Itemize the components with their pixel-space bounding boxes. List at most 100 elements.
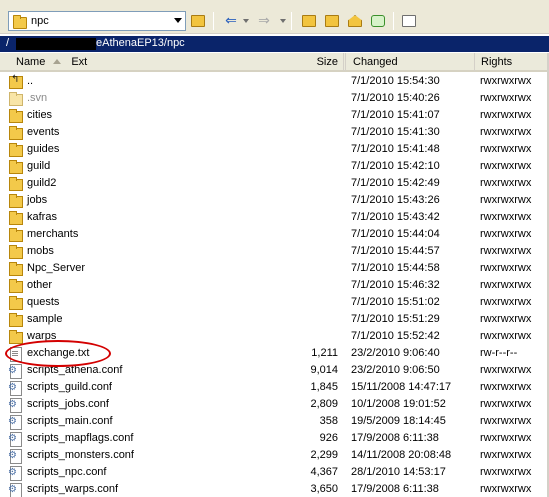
folder-icon [9, 177, 23, 191]
toolbar: npc ⇐ ⇒ [0, 0, 549, 34]
file-name: warps [27, 330, 57, 342]
file-rights: rwxrwxrwx [480, 296, 532, 308]
parent-directory-button[interactable] [299, 11, 319, 31]
root-directory-button[interactable] [322, 11, 342, 31]
file-row[interactable]: warps 7/1/2010 15:52:42 rwxrwxrwx [0, 328, 549, 345]
file-row[interactable]: events 7/1/2010 15:41:30 rwxrwxrwx [0, 124, 549, 141]
open-folder-button[interactable] [188, 11, 208, 31]
file-rights: rwxrwxrwx [480, 330, 532, 342]
file-row[interactable]: guild2 7/1/2010 15:42:49 rwxrwxrwx [0, 175, 549, 192]
column-header-changed[interactable]: Changed [345, 53, 475, 71]
parent-dir-icon [302, 15, 316, 27]
file-row[interactable]: exchange.txt 1,211 23/2/2010 9:06:40 rw-r--… [0, 345, 549, 362]
file-rights: rwxrwxrwx [480, 398, 532, 410]
conf-file-icon [8, 415, 22, 430]
conf-file-icon [8, 466, 22, 481]
file-rights: rwxrwxrwx [480, 415, 532, 427]
back-history-dropdown[interactable] [243, 19, 249, 23]
column-ext-label[interactable]: Ext [71, 56, 87, 68]
file-row[interactable]: quests 7/1/2010 15:51:02 rwxrwxrwx [0, 294, 549, 311]
file-name: quests [27, 296, 60, 308]
refresh-button[interactable] [368, 11, 388, 31]
file-row[interactable]: scripts_mapflags.conf 926 17/9/2008 6:11:3… [0, 430, 549, 447]
folder-icon [9, 194, 23, 208]
chevron-down-icon[interactable] [174, 18, 182, 23]
file-row[interactable]: guides 7/1/2010 15:41:48 rwxrwxrwx [0, 141, 549, 158]
file-name: .. [27, 75, 34, 87]
file-row[interactable]: .. 7/1/2010 15:54:30 rwxrwxrwx [0, 73, 549, 90]
folder-icon [9, 211, 23, 225]
file-row[interactable]: kafras 7/1/2010 15:43:42 rwxrwxrwx [0, 209, 549, 226]
file-row[interactable]: scripts_main.conf 358 19/5/2009 18:14:45 rw… [0, 413, 549, 430]
file-rights: rwxrwxrwx [480, 466, 532, 478]
column-header-row: Name Ext Size Changed Rights [0, 53, 549, 72]
conf-file-icon [8, 381, 22, 396]
file-changed: 7/1/2010 15:44:04 [351, 228, 440, 240]
conf-file-icon [8, 432, 22, 447]
forward-history-dropdown[interactable] [280, 19, 286, 23]
column-header-rights[interactable]: Rights [475, 53, 549, 71]
file-name: kafras [27, 211, 57, 223]
file-changed: 14/11/2008 20:08:48 [351, 449, 452, 461]
conf-file-icon [8, 364, 22, 379]
file-changed: 7/1/2010 15:41:30 [351, 126, 440, 138]
file-row[interactable]: scripts_guild.conf 1,845 15/11/2008 14:47:… [0, 379, 549, 396]
file-changed: 7/1/2010 15:52:42 [351, 330, 440, 342]
file-rights: rwxrwxrwx [480, 92, 532, 104]
conf-file-icon [8, 449, 22, 464]
forward-button[interactable]: ⇒ [254, 11, 274, 31]
file-rights: rwxrwxrwx [480, 364, 532, 376]
back-button[interactable]: ⇐ [221, 11, 241, 31]
file-name: scripts_mapflags.conf [27, 432, 134, 444]
file-name: jobs [27, 194, 48, 206]
file-rights: rwxrwxrwx [480, 245, 532, 257]
file-row[interactable]: cities 7/1/2010 15:41:07 rwxrwxrwx [0, 107, 549, 124]
column-name-label: Name [16, 56, 46, 68]
folder-icon [9, 126, 23, 140]
file-name: scripts_athena.conf [27, 364, 123, 376]
file-size: 1,845 [310, 381, 338, 393]
file-row[interactable]: sample 7/1/2010 15:51:29 rwxrwxrwx [0, 311, 549, 328]
file-list: .. 7/1/2010 15:54:30 rwxrwxrwx .svn 7/1/2010… [0, 73, 549, 497]
file-row[interactable]: scripts_monsters.conf 2,299 14/11/2008 20:… [0, 447, 549, 464]
file-row[interactable]: .svn 7/1/2010 15:40:26 rwxrwxrwx [0, 90, 549, 107]
file-row[interactable]: scripts_npc.conf 4,367 28/1/2010 14:53:17 r… [0, 464, 549, 481]
file-row[interactable]: scripts_warps.conf 3,650 17/9/2008 6:11:38… [0, 481, 549, 497]
file-size: 926 [319, 432, 338, 444]
redacted-path-segment [16, 38, 96, 50]
file-size: 1,211 [311, 347, 338, 359]
home-directory-button[interactable] [345, 11, 365, 31]
file-name: scripts_main.conf [27, 415, 113, 427]
file-rights: rwxrwxrwx [480, 228, 532, 240]
file-rights: rwxrwxrwx [480, 143, 532, 155]
file-row[interactable]: Npc_Server 7/1/2010 15:44:58 rwxrwxrwx [0, 260, 549, 277]
file-name: events [27, 126, 60, 138]
file-row[interactable]: scripts_jobs.conf 2,809 10/1/2008 19:01:52… [0, 396, 549, 413]
column-header-size[interactable]: Size [300, 53, 344, 71]
file-row[interactable]: guild 7/1/2010 15:42:10 rwxrwxrwx [0, 158, 549, 175]
column-header-name[interactable]: Name Ext [8, 53, 344, 71]
file-rights: rwxrwxrwx [480, 483, 532, 495]
path-bar[interactable]: / eAthenaEP13/npc [0, 36, 549, 52]
file-size: 9,014 [310, 364, 338, 376]
tree-view-button[interactable] [399, 11, 419, 31]
file-changed: 7/1/2010 15:43:26 [351, 194, 440, 206]
file-changed: 7/1/2010 15:42:10 [351, 160, 440, 172]
file-row[interactable]: jobs 7/1/2010 15:43:26 rwxrwxrwx [0, 192, 549, 209]
file-size: 2,299 [310, 449, 338, 461]
column-size-label: Size [316, 56, 338, 68]
file-changed: 7/1/2010 15:51:02 [351, 296, 440, 308]
root-dir-icon [325, 15, 339, 27]
file-rights: rwxrwxrwx [480, 432, 532, 444]
folder-icon [9, 160, 23, 174]
file-changed: 7/1/2010 15:44:58 [351, 262, 440, 274]
file-rights: rwxrwxrwx [480, 126, 532, 138]
sort-ascending-icon [53, 59, 62, 64]
directory-combo[interactable]: npc [8, 11, 186, 31]
file-row[interactable]: scripts_athena.conf 9,014 23/2/2010 9:06:5… [0, 362, 549, 379]
file-row[interactable]: merchants 7/1/2010 15:44:04 rwxrwxrwx [0, 226, 549, 243]
file-row[interactable]: other 7/1/2010 15:46:32 rwxrwxrwx [0, 277, 549, 294]
file-size: 4,367 [310, 466, 338, 478]
file-changed: 7/1/2010 15:42:49 [351, 177, 440, 189]
file-row[interactable]: mobs 7/1/2010 15:44:57 rwxrwxrwx [0, 243, 549, 260]
